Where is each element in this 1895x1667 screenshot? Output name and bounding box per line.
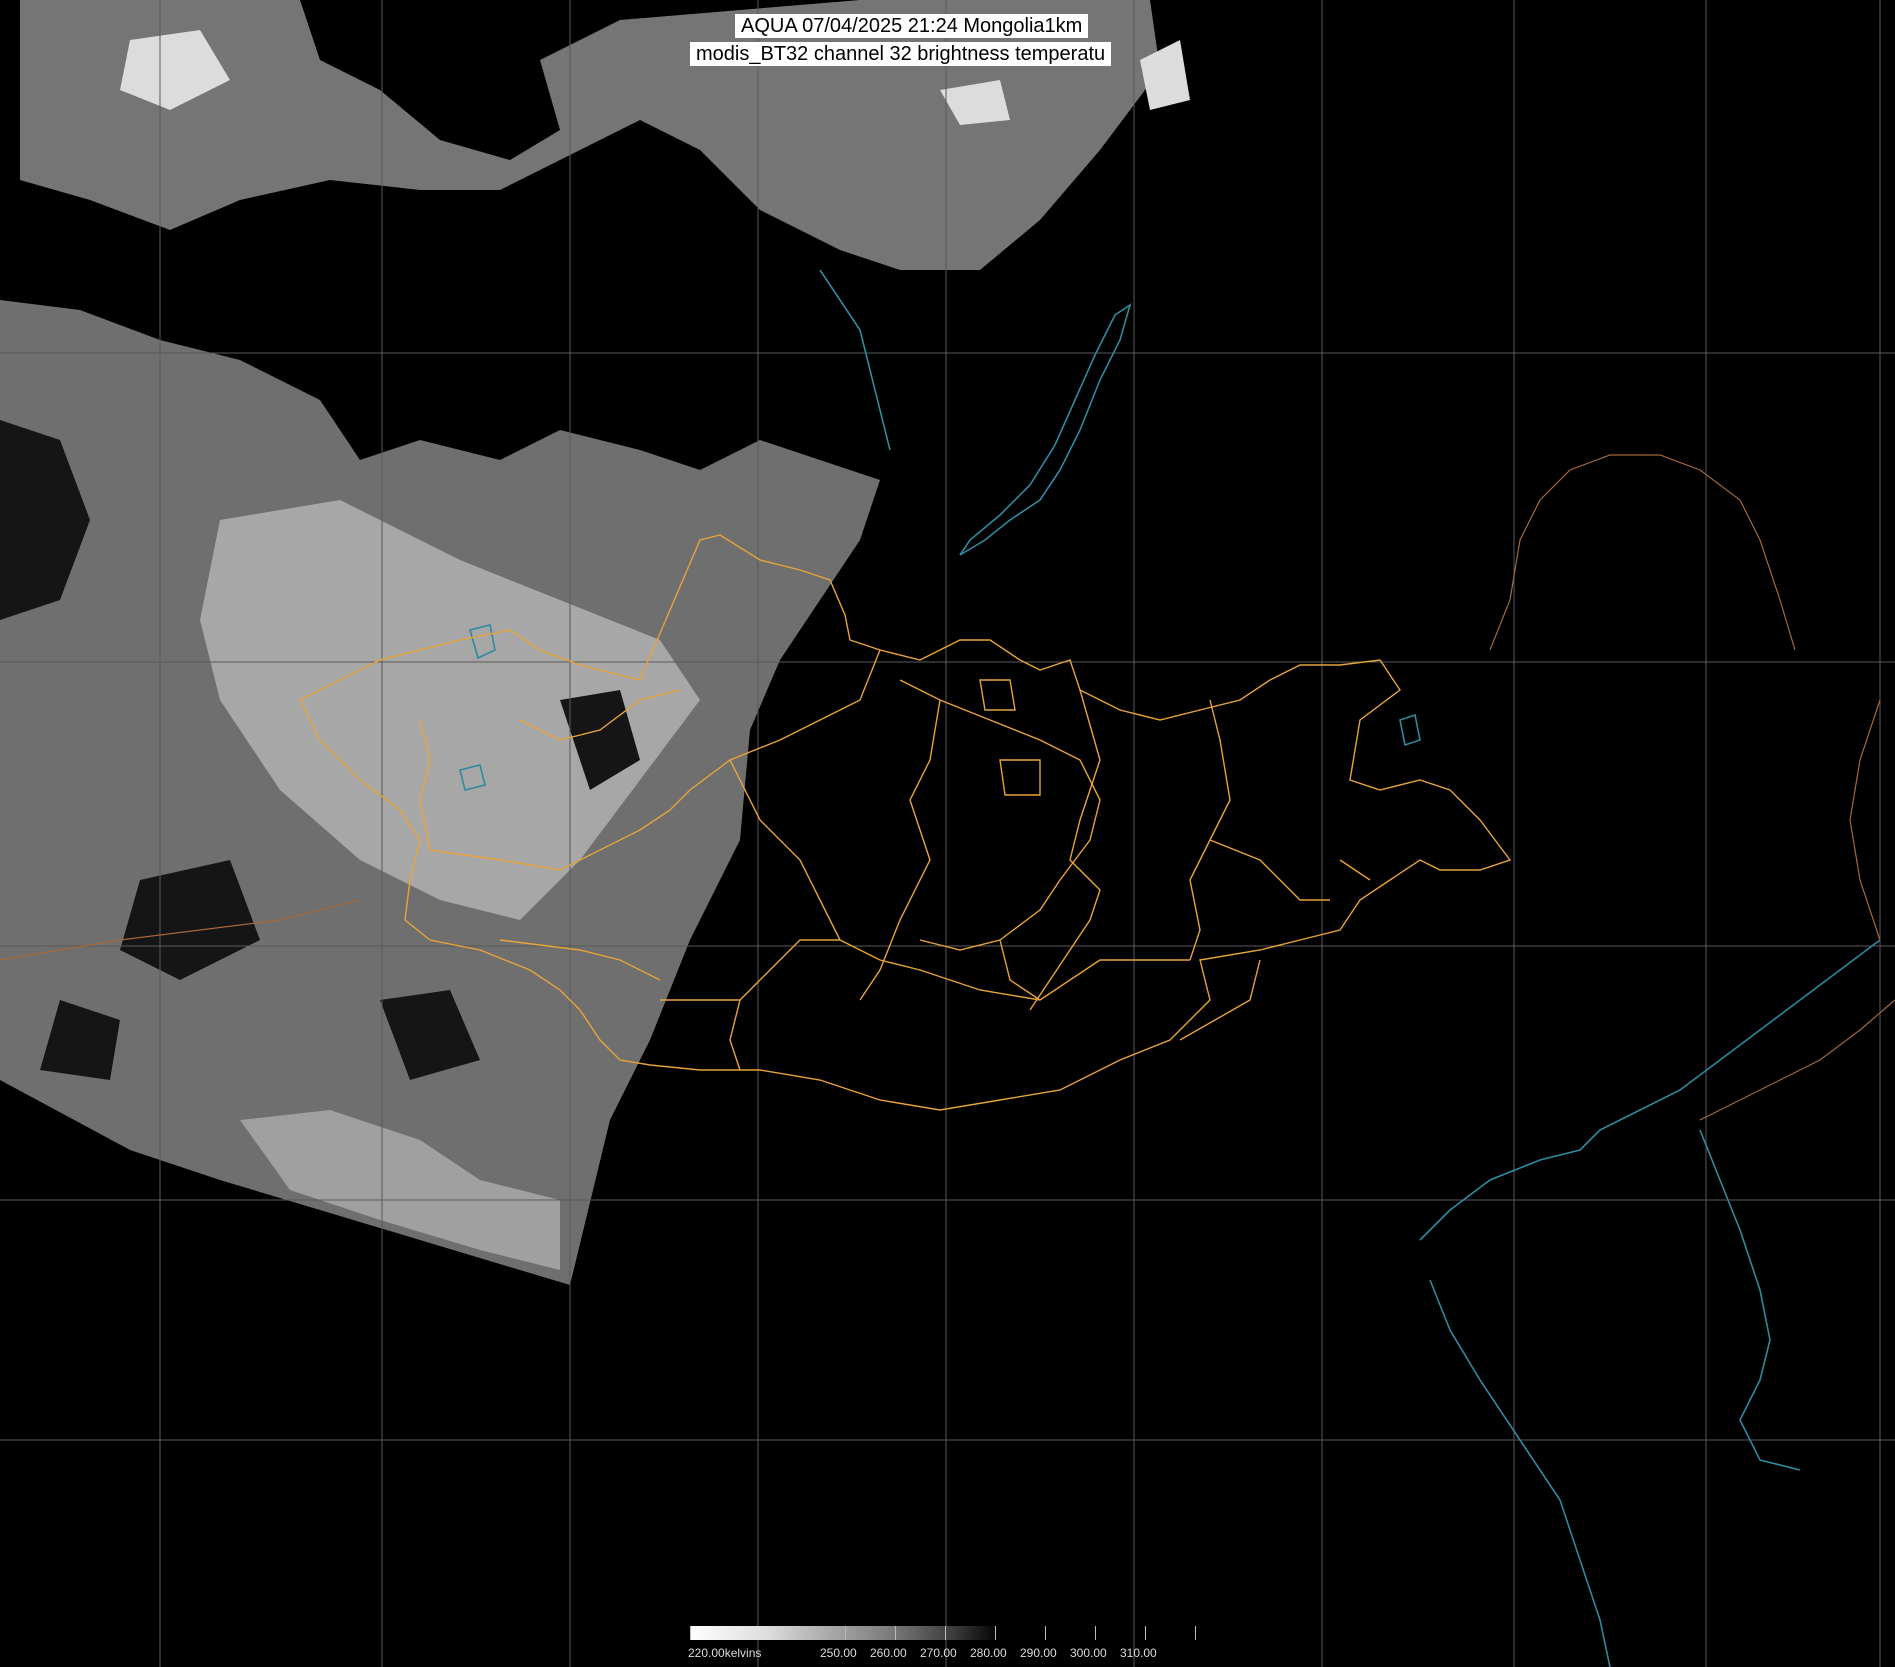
colorbar-tick-label: 300.00	[1070, 1646, 1107, 1660]
colorbar-tick	[1195, 1626, 1196, 1640]
colorbar-tick	[895, 1626, 896, 1640]
map-title-line2: modis_BT32 channel 32 brightness tempera…	[690, 42, 1112, 66]
colorbar-tick-label: 270.00	[920, 1646, 957, 1660]
colorbar-tick-label: 280.00	[970, 1646, 1007, 1660]
colorbar-tick-label: 260.00	[870, 1646, 907, 1660]
colorbar-unit-label: 220.00kelvins	[688, 1646, 762, 1660]
satellite-map	[0, 0, 1895, 1667]
colorbar-tick-label: 310.00	[1120, 1646, 1157, 1660]
colorbar-tick-label: 290.00	[1020, 1646, 1057, 1660]
colorbar-tick	[1145, 1626, 1146, 1640]
colorbar-tick	[1045, 1626, 1046, 1640]
colorbar-tick	[1095, 1626, 1096, 1640]
colorbar-legend: 220.00kelvins 250.00 260.00 270.00 280.0…	[688, 1626, 1202, 1666]
colorbar-tick	[995, 1626, 996, 1640]
colorbar-tick-label: 250.00	[820, 1646, 857, 1660]
colorbar-tick	[945, 1626, 946, 1640]
colorbar-tick	[845, 1626, 846, 1640]
map-title-line1: AQUA 07/04/2025 21:24 Mongolia1km	[735, 14, 1089, 38]
colorbar-tick	[690, 1626, 691, 1640]
